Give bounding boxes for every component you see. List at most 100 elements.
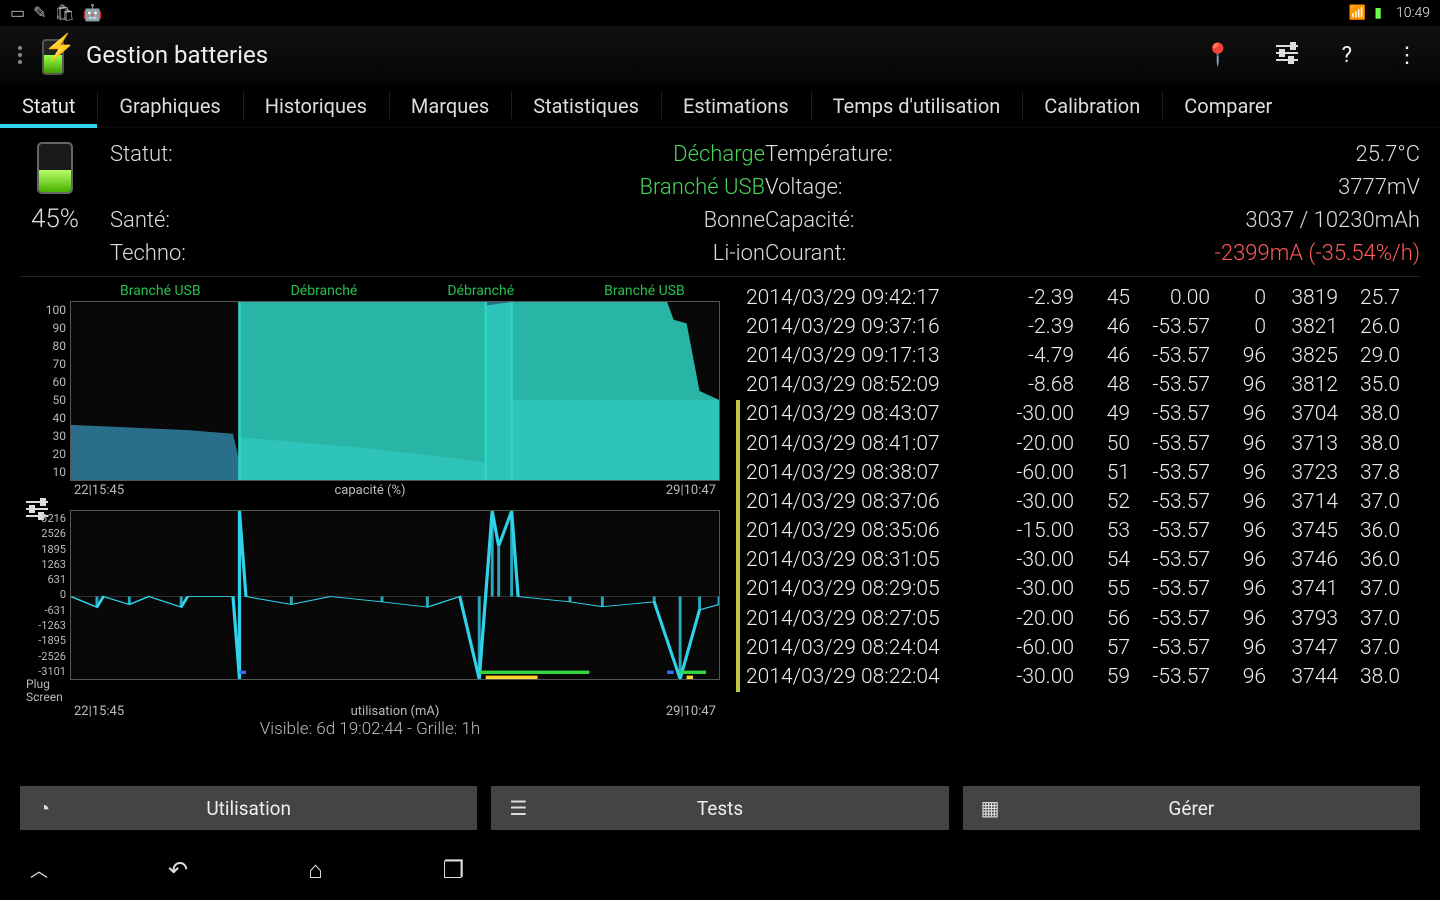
table-cell: 3793: [1272, 607, 1344, 631]
table-cell: -4.79: [1000, 344, 1080, 368]
table-cell: 3821: [1272, 315, 1344, 339]
table-cell: -53.57: [1136, 432, 1216, 456]
table-row[interactable]: 2014/03/29 08:31:05-30.0054-53.579637463…: [736, 546, 1420, 575]
table-cell: -53.57: [1136, 344, 1216, 368]
table-cell: -8.68: [1000, 373, 1080, 397]
tab-statut[interactable]: Statut: [0, 84, 97, 127]
table-cell: 3744: [1272, 665, 1344, 689]
status-key: Voltage:: [765, 175, 842, 200]
help-icon[interactable]: ?: [1342, 43, 1352, 68]
table-cell: 38.0: [1344, 402, 1406, 426]
table-cell: 96: [1216, 665, 1272, 689]
current-chart[interactable]: 32162526189512636310-631-1263-1895-2526-…: [20, 510, 720, 680]
table-row[interactable]: 2014/03/29 09:17:13-4.7946-53.5796382529…: [736, 341, 1420, 370]
status-value: Branché USB: [639, 175, 765, 200]
table-row[interactable]: 2014/03/29 08:43:07-30.0049-53.579637043…: [736, 400, 1420, 429]
table-cell: 51: [1080, 461, 1136, 485]
table-row[interactable]: 2014/03/29 08:52:09-8.6848-53.5796381235…: [736, 371, 1420, 400]
android-navbar: ︿ ↶ ⌂ ❐: [0, 840, 1440, 900]
table-cell: 59: [1080, 665, 1136, 689]
tab-historiques[interactable]: Historiques: [243, 84, 389, 127]
status-row: Courant:-2399mA (-35.54%/h): [765, 241, 1420, 266]
sliders-icon[interactable]: [1276, 43, 1298, 68]
table-row[interactable]: 2014/03/29 08:22:04-30.0059-53.579637443…: [736, 662, 1420, 691]
utilisation-button[interactable]: ◔ Utilisation: [20, 786, 477, 830]
location-icon[interactable]: 📍: [1204, 43, 1231, 68]
status-key: Santé:: [110, 208, 170, 233]
table-cell: 2014/03/29 08:43:07: [740, 402, 1000, 426]
nav-expand-icon[interactable]: ︿: [30, 857, 48, 883]
table-cell: 3741: [1272, 577, 1344, 601]
table-cell: 37.8: [1344, 461, 1406, 485]
table-cell: 96: [1216, 548, 1272, 572]
nav-home-icon[interactable]: ⌂: [308, 856, 323, 885]
table-row[interactable]: 2014/03/29 09:42:17-2.39450.000381925.7: [736, 283, 1420, 312]
table-cell: 2014/03/29 08:29:05: [740, 577, 1000, 601]
tab-temps-d-utilisation[interactable]: Temps d'utilisation: [811, 84, 1023, 127]
table-cell: -53.57: [1136, 402, 1216, 426]
status-key: Statut:: [110, 142, 173, 167]
table-cell: -2.39: [1000, 315, 1080, 339]
gallery-icon: ▭: [10, 5, 25, 21]
status-row: Voltage:3777mV: [765, 175, 1420, 200]
table-cell: -53.57: [1136, 461, 1216, 485]
table-cell: 53: [1080, 519, 1136, 543]
table-cell: -53.57: [1136, 548, 1216, 572]
table-row[interactable]: 2014/03/29 08:27:05-20.0056-53.579637933…: [736, 604, 1420, 633]
table-row[interactable]: 2014/03/29 08:41:07-20.0050-53.579637133…: [736, 429, 1420, 458]
table-cell: 3745: [1272, 519, 1344, 543]
battery-status-icon: ▮: [1374, 6, 1382, 20]
history-table[interactable]: 2014/03/29 09:42:17-2.39450.000381925.72…: [736, 283, 1420, 776]
table-row[interactable]: 2014/03/29 08:38:07-60.0051-53.579637233…: [736, 458, 1420, 487]
table-cell: 37.0: [1344, 490, 1406, 514]
table-row[interactable]: 2014/03/29 09:37:16-2.3946-53.570382126.…: [736, 312, 1420, 341]
chart1-title: capacité (%): [20, 483, 720, 498]
table-row[interactable]: 2014/03/29 08:35:06-15.0053-53.579637453…: [736, 517, 1420, 546]
table-cell: 0: [1216, 286, 1272, 310]
grid-icon: ▦: [981, 796, 1000, 820]
table-cell: 38.0: [1344, 665, 1406, 689]
table-cell: 37.0: [1344, 577, 1406, 601]
table-cell: -30.00: [1000, 577, 1080, 601]
android-icon: 🤖: [83, 5, 103, 21]
nav-back-icon[interactable]: ↶: [168, 856, 188, 884]
tests-button[interactable]: ☰ Tests: [491, 786, 948, 830]
table-cell: 96: [1216, 344, 1272, 368]
gerer-button[interactable]: ▦ Gérer: [963, 786, 1420, 830]
table-row[interactable]: 2014/03/29 08:37:06-30.0052-53.579637143…: [736, 487, 1420, 516]
tab-estimations[interactable]: Estimations: [661, 84, 811, 127]
table-cell: 3812: [1272, 373, 1344, 397]
overflow-menu-icon[interactable]: ⋮: [1396, 43, 1418, 68]
chart2-title: utilisation (mA): [351, 704, 440, 719]
chart-annotation: Branché USB: [604, 283, 685, 299]
table-cell: -60.00: [1000, 636, 1080, 660]
table-cell: 37.0: [1344, 607, 1406, 631]
table-cell: -53.57: [1136, 373, 1216, 397]
tab-statistiques[interactable]: Statistiques: [511, 84, 661, 127]
tab-comparer[interactable]: Comparer: [1162, 84, 1294, 127]
drawer-dots-icon[interactable]: [18, 46, 22, 64]
table-row[interactable]: 2014/03/29 08:24:04-60.0057-53.579637473…: [736, 633, 1420, 662]
tab-calibration[interactable]: Calibration: [1022, 84, 1162, 127]
table-cell: 96: [1216, 490, 1272, 514]
tab-marques[interactable]: Marques: [389, 84, 511, 127]
battery-large-icon: [37, 142, 73, 194]
table-cell: 48: [1080, 373, 1136, 397]
table-cell: 2014/03/29 09:37:16: [740, 315, 1000, 339]
nav-recent-icon[interactable]: ❐: [443, 856, 465, 884]
tab-graphiques[interactable]: Graphiques: [97, 84, 242, 127]
table-cell: 25.7: [1344, 286, 1406, 310]
table-cell: 2014/03/29 08:41:07: [740, 432, 1000, 456]
table-row[interactable]: 2014/03/29 08:29:05-30.0055-53.579637413…: [736, 575, 1420, 604]
table-cell: 2014/03/29 08:52:09: [740, 373, 1000, 397]
table-cell: 38.0: [1344, 432, 1406, 456]
clock: 10:49: [1396, 5, 1430, 21]
capacity-chart[interactable]: 100908070605040302010: [20, 301, 720, 481]
table-cell: 96: [1216, 577, 1272, 601]
table-cell: 3723: [1272, 461, 1344, 485]
table-cell: 29.0: [1344, 344, 1406, 368]
table-cell: 57: [1080, 636, 1136, 660]
table-cell: 36.0: [1344, 548, 1406, 572]
table-cell: 96: [1216, 607, 1272, 631]
table-cell: 2014/03/29 09:17:13: [740, 344, 1000, 368]
